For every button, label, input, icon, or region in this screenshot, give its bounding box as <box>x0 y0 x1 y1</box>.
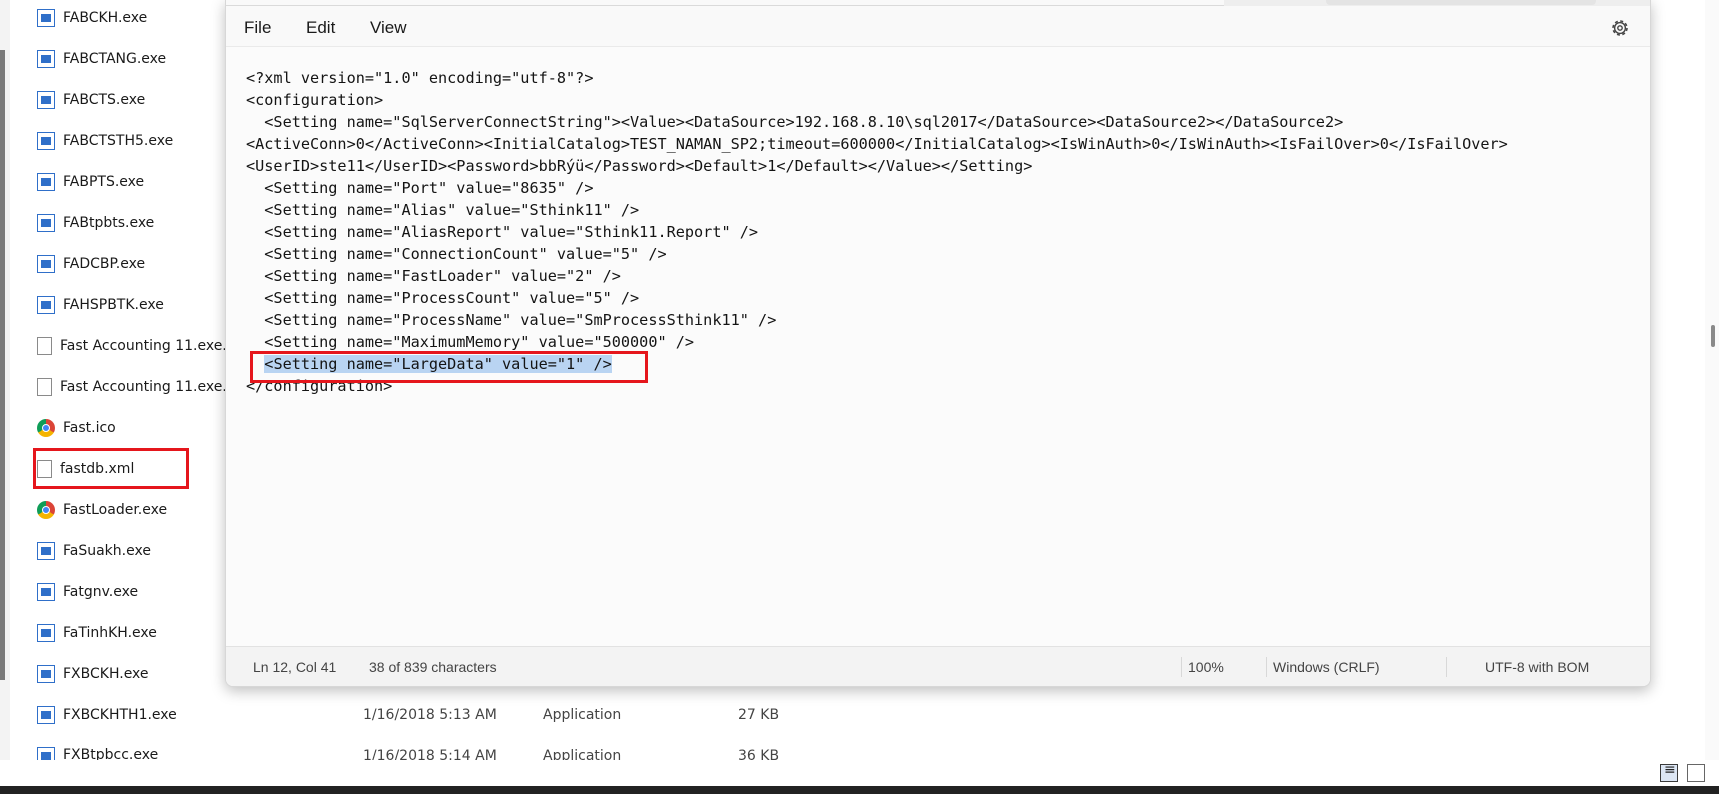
fastdb-highlight-box <box>33 448 189 489</box>
code-line: <Setting name="AliasReport" value="Sthin… <box>246 223 759 241</box>
screen-bottom-edge <box>0 786 1719 794</box>
file-name: FABCTANG.exe <box>63 51 167 67</box>
file-name: FABCTS.exe <box>63 92 146 108</box>
file-name: FXBCKH.exe <box>63 666 149 682</box>
zoom-level[interactable]: 100% <box>1188 659 1224 675</box>
document-icon <box>37 378 52 396</box>
code-line: <Setting name="FastLoader" value="2" /> <box>246 267 621 285</box>
file-name: FXBCKHTH1.exe <box>63 707 177 723</box>
menu-view[interactable]: View <box>367 18 410 38</box>
exe-icon <box>37 296 55 314</box>
app-logo-icon <box>37 501 55 519</box>
code-line: <UserID>ste11</UserID><Password>bbRýü</P… <box>246 157 1033 175</box>
menu-edit[interactable]: Edit <box>303 18 338 38</box>
file-row[interactable]: FAHSPBTK.exe <box>37 292 164 318</box>
exe-icon <box>37 9 55 27</box>
file-date: 1/16/2018 5:14 AM <box>363 748 497 760</box>
code-line: <Setting name="MaximumMemory" value="500… <box>246 333 695 351</box>
text-editor[interactable]: <?xml version="1.0" encoding="utf-8"?> <… <box>226 47 1650 646</box>
file-row[interactable]: FXBCKHTH1.exe <box>37 702 177 728</box>
file-size: 36 KB <box>738 748 780 760</box>
file-name: FADCBP.exe <box>63 256 146 272</box>
code-line: <Setting name="SqlServerConnectString"><… <box>246 113 1344 131</box>
file-name: FaTinhKH.exe <box>63 625 157 641</box>
partial-row-details: 1/16/2018 5:14 AM Application 36 KB <box>340 748 820 760</box>
menu-file[interactable]: File <box>241 18 274 38</box>
code-line: <?xml version="1.0" encoding="utf-8"?> <box>246 69 594 87</box>
file-row[interactable]: Fatgnv.exe <box>37 579 138 605</box>
exe-icon <box>37 214 55 232</box>
file-row[interactable]: FXBCKH.exe <box>37 661 149 687</box>
settings-button[interactable] <box>1608 16 1632 40</box>
file-name: FAHSPBTK.exe <box>63 297 164 313</box>
exe-icon <box>37 624 55 642</box>
line-ending[interactable]: Windows (CRLF) <box>1273 659 1380 675</box>
file-type: Application <box>543 707 622 723</box>
details-view-button[interactable] <box>1660 762 1678 782</box>
menu-bar: File Edit View <box>226 6 1650 47</box>
file-name: Fatgnv.exe <box>63 584 139 600</box>
exe-icon <box>37 583 55 601</box>
file-size: 27 KB <box>738 707 780 723</box>
status-divider <box>1181 657 1182 677</box>
scrollbar-thumb[interactable] <box>0 50 5 680</box>
file-row[interactable]: Fast Accounting 11.exe.c <box>37 333 234 359</box>
exe-icon <box>37 542 55 560</box>
document-icon <box>37 337 52 355</box>
file-name: Fast.ico <box>63 420 116 436</box>
file-row[interactable]: FastLoader.exe <box>37 497 167 523</box>
file-row[interactable]: FaSuakh.exe <box>37 538 151 564</box>
explorer-left-scrollbar[interactable] <box>0 0 10 794</box>
file-row[interactable]: FABCTSTH5.exe <box>37 128 173 154</box>
code-line: <ActiveConn>0</ActiveConn><InitialCatalo… <box>246 135 1508 153</box>
status-divider <box>1446 657 1447 677</box>
tab-other[interactable] <box>1326 0 1596 5</box>
file-row[interactable]: FABCTANG.exe <box>37 46 166 72</box>
exe-icon <box>37 50 55 68</box>
file-name: Fast Accounting 11.exe.c <box>60 338 235 354</box>
explorer-right-scrollbar[interactable] <box>1705 0 1719 760</box>
gear-icon <box>1612 20 1628 36</box>
largedata-highlight-box <box>250 351 648 383</box>
notepad-window: File Edit View <?xml version="1.0" encod… <box>225 0 1651 687</box>
exe-icon <box>37 706 55 724</box>
code-line: <Setting name="ConnectionCount" value="5… <box>246 245 667 263</box>
file-row[interactable]: FaTinhKH.exe <box>37 620 157 646</box>
code-line: <Setting name="ProcessName" value="SmPro… <box>246 311 777 329</box>
code-line: <Setting name="Alias" value="Sthink11" /… <box>246 201 640 219</box>
character-count: 38 of 839 characters <box>369 659 497 675</box>
file-type: Application <box>543 748 622 760</box>
explorer-status-area <box>0 760 1719 786</box>
exe-icon <box>37 91 55 109</box>
code-line: <Setting name="ProcessCount" value="5" /… <box>246 289 640 307</box>
scrollbar-thumb[interactable] <box>1711 325 1715 347</box>
encoding[interactable]: UTF-8 with BOM <box>1485 659 1589 675</box>
file-name: FABPTS.exe <box>63 174 145 190</box>
file-name: FaSuakh.exe <box>63 543 151 559</box>
file-row[interactable]: FADCBP.exe <box>37 251 145 277</box>
exe-icon <box>37 173 55 191</box>
tiles-view-button[interactable] <box>1687 764 1705 782</box>
file-name: FABCTSTH5.exe <box>63 133 174 149</box>
exe-icon <box>37 132 55 150</box>
status-bar: Ln 12, Col 41 38 of 839 characters 100% … <box>226 646 1650 686</box>
status-divider <box>1266 657 1267 677</box>
cursor-position: Ln 12, Col 41 <box>253 659 337 675</box>
file-row[interactable]: FABPTS.exe <box>37 169 144 195</box>
file-row[interactable]: Fast Accounting 11.exe.m <box>37 374 240 400</box>
file-name: FastLoader.exe <box>63 502 168 518</box>
exe-icon <box>37 255 55 273</box>
file-name: FABtpbts.exe <box>63 215 155 231</box>
file-name: Fast Accounting 11.exe.m <box>60 379 241 395</box>
file-row[interactable]: FABtpbts.exe <box>37 210 154 236</box>
file-row[interactable]: Fast.ico <box>37 415 116 441</box>
exe-icon <box>37 665 55 683</box>
file-name: FABCKH.exe <box>63 10 148 26</box>
file-row[interactable]: FABCTS.exe <box>37 87 145 113</box>
file-row[interactable]: FABCKH.exe <box>37 5 147 31</box>
code-line: <configuration> <box>246 91 384 109</box>
file-date: 1/16/2018 5:13 AM <box>363 707 497 723</box>
code-line: <Setting name="Port" value="8635" /> <box>246 179 594 197</box>
app-logo-icon <box>37 419 55 437</box>
